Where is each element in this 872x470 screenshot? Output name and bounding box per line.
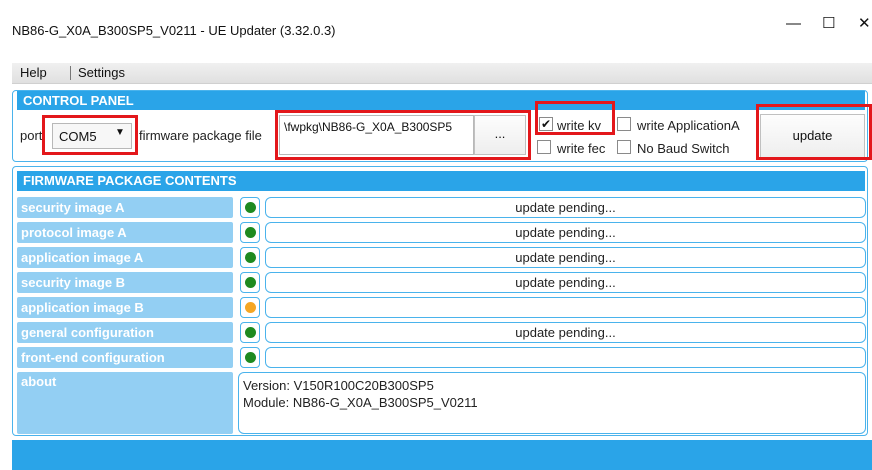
checkmark-icon: ✔ [540, 117, 552, 131]
about-label: about [17, 372, 233, 434]
status-indicator [240, 322, 260, 343]
row-status-security-image-b: update pending... [265, 272, 866, 293]
menu-help[interactable]: Help [20, 65, 47, 80]
row-status-protocol-image-a: update pending... [265, 222, 866, 243]
row-label-application-image-b: application image B [17, 297, 233, 318]
chevron-down-icon: ▼ [115, 127, 125, 138]
minimize-button[interactable]: — [786, 14, 801, 34]
update-button[interactable]: update [760, 114, 865, 158]
row-status-general-configuration: update pending... [265, 322, 866, 343]
menu-separator [70, 66, 71, 80]
green-dot-icon [245, 277, 256, 288]
green-dot-icon [245, 202, 256, 213]
row-label-security-image-a: security image A [17, 197, 233, 218]
maximize-button[interactable]: ☐ [822, 14, 835, 34]
control-panel-header: CONTROL PANEL [17, 91, 865, 110]
no-baud-switch-checkbox[interactable] [617, 140, 631, 154]
green-dot-icon [245, 352, 256, 363]
row-status-security-image-a: update pending... [265, 197, 866, 218]
browse-button[interactable]: ... [474, 115, 526, 155]
row-status-application-image-a: update pending... [265, 247, 866, 268]
write-fec-checkbox[interactable] [537, 140, 551, 154]
menu-bar: Help Settings [12, 63, 872, 84]
write-fec-label: write fec [557, 141, 606, 156]
close-button[interactable]: ✕ [858, 14, 871, 34]
about-version: Version: V150R100C20B300SP5 [243, 378, 434, 393]
write-application-checkbox[interactable] [617, 117, 631, 131]
green-dot-icon [245, 227, 256, 238]
title-bar: NB86-G_X0A_B300SP5_V0211 - UE Updater (3… [0, 0, 872, 62]
status-indicator [240, 297, 260, 318]
status-indicator [240, 197, 260, 218]
no-baud-switch-label: No Baud Switch [637, 141, 730, 156]
status-indicator [240, 247, 260, 268]
green-dot-icon [245, 327, 256, 338]
status-indicator [240, 272, 260, 293]
row-label-protocol-image-a: protocol image A [17, 222, 233, 243]
write-kv-label: write kv [557, 118, 602, 133]
row-label-application-image-a: application image A [17, 247, 233, 268]
port-select-value: COM5 [59, 129, 97, 144]
about-module: Module: NB86-G_X0A_B300SP5_V0211 [243, 395, 478, 410]
firmware-contents-header: FIRMWARE PACKAGE CONTENTS [17, 171, 865, 191]
row-status-front-end-configuration [265, 347, 866, 368]
status-bar [12, 440, 872, 470]
menu-settings[interactable]: Settings [78, 65, 125, 80]
port-label: port [20, 128, 43, 143]
window-title: NB86-G_X0A_B300SP5_V0211 - UE Updater (3… [12, 23, 336, 38]
green-dot-icon [245, 252, 256, 263]
row-label-general-configuration: general configuration [17, 322, 233, 343]
orange-dot-icon [245, 302, 256, 313]
status-indicator [240, 347, 260, 368]
port-select[interactable]: COM5 ▼ [52, 123, 132, 149]
about-info: Version: V150R100C20B300SP5 Module: NB86… [238, 372, 866, 434]
row-status-application-image-b [265, 297, 866, 318]
firmware-file-label: firmware package file [139, 128, 262, 143]
row-label-front-end-configuration: front-end configuration [17, 347, 233, 368]
firmware-file-input[interactable]: \fwpkg\NB86-G_X0A_B300SP5 [279, 115, 474, 155]
status-indicator [240, 222, 260, 243]
write-application-label: write ApplicationA [637, 118, 740, 133]
row-label-security-image-b: security image B [17, 272, 233, 293]
write-kv-checkbox[interactable]: ✔ [539, 117, 553, 131]
